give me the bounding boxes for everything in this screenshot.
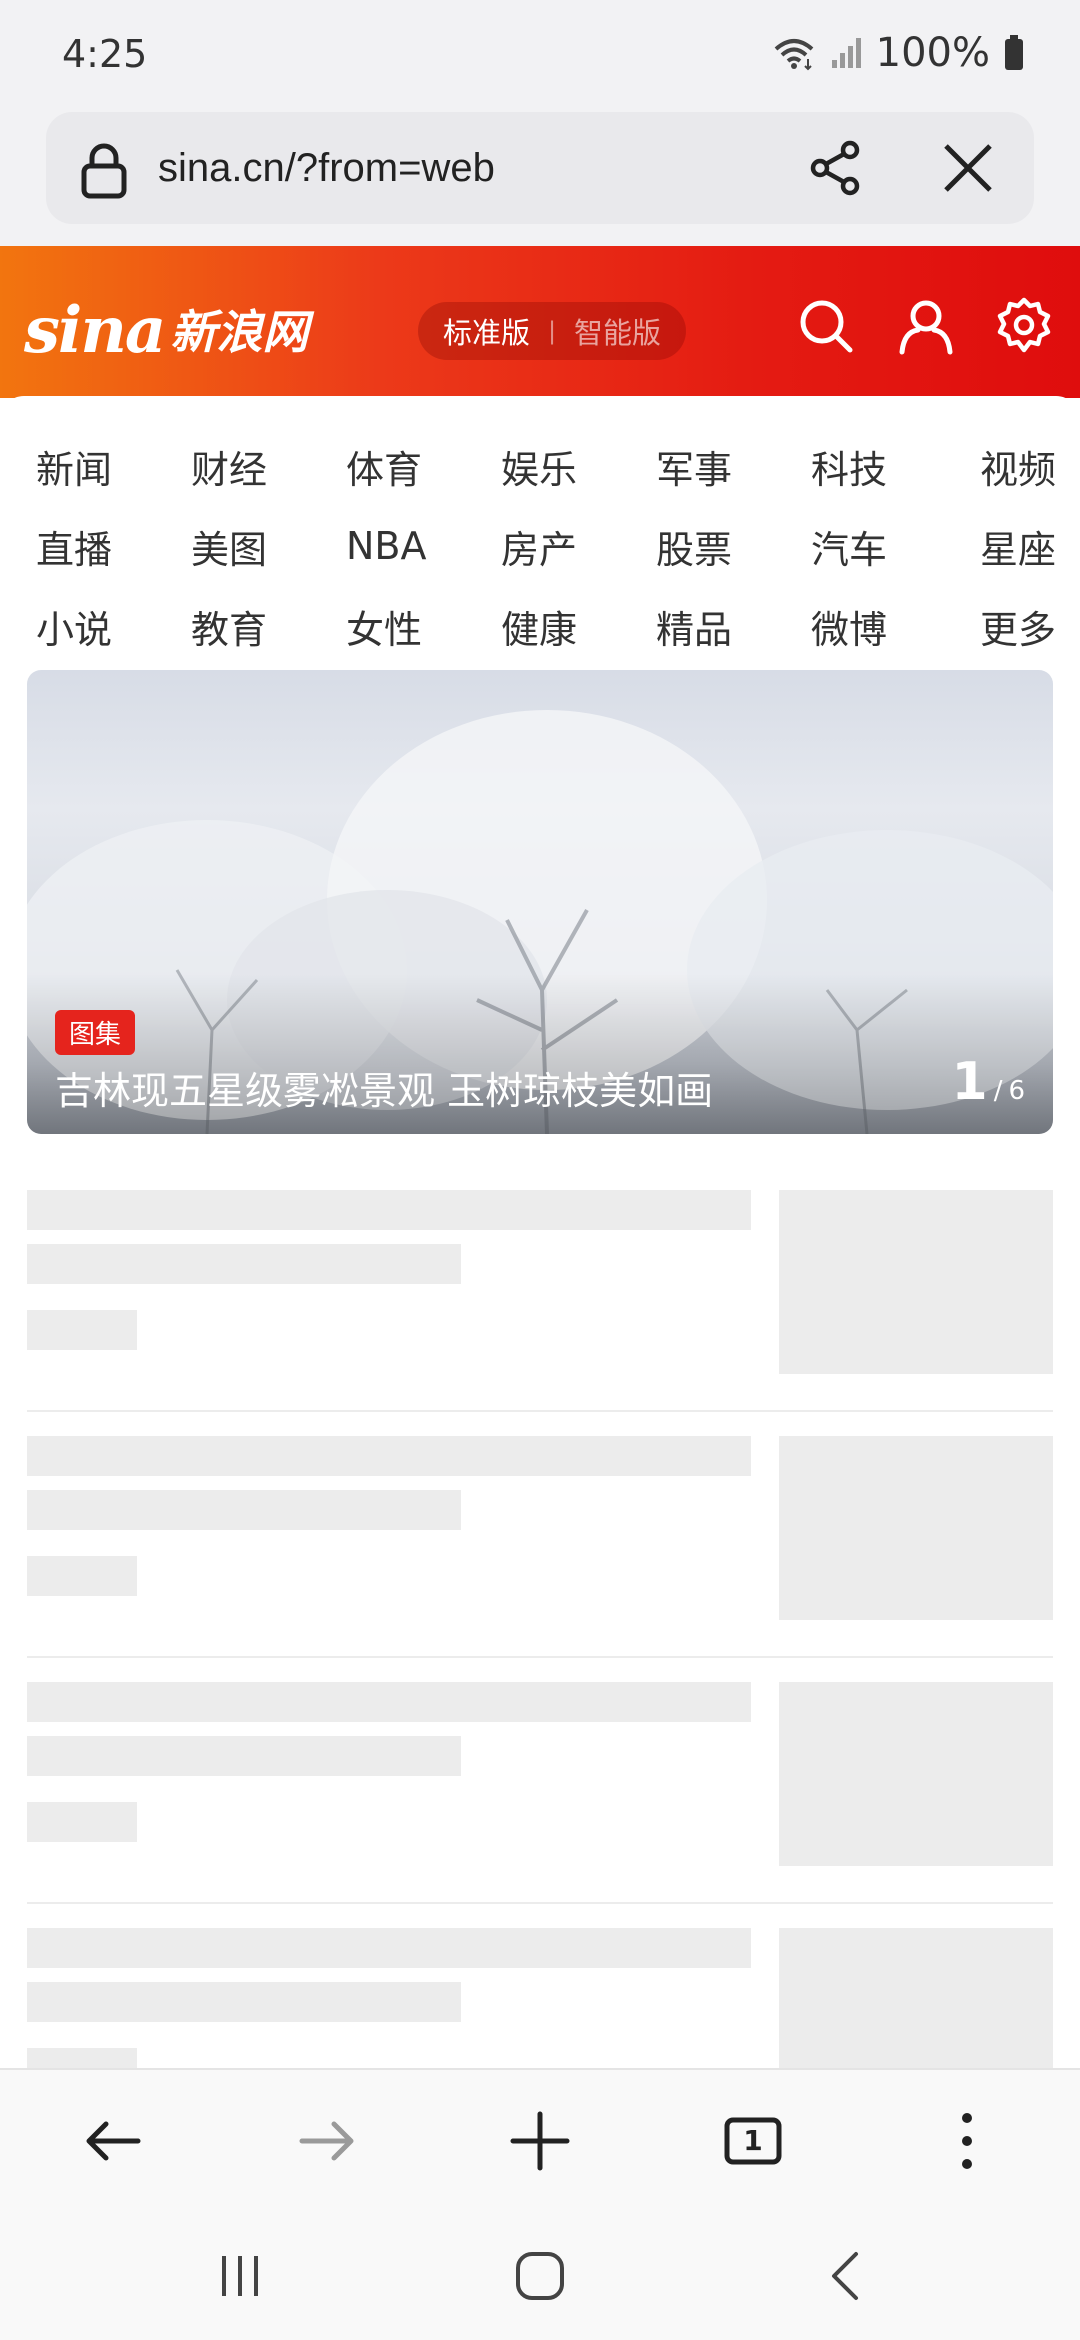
nav-item-novels[interactable]: 小说 [36, 599, 154, 654]
nav-item-military[interactable]: 军事 [656, 439, 774, 494]
version-toggle[interactable]: 标准版 | 智能版 [418, 302, 686, 360]
settings-gear-icon[interactable] [994, 296, 1054, 356]
nav-item-more[interactable]: 更多 [966, 599, 1056, 654]
nav-item-photos[interactable]: 美图 [191, 519, 309, 574]
nav-row: 直播 美图 NBA 房产 股票 汽车 星座 [0, 506, 1080, 586]
skeleton-thumbnail [779, 1190, 1053, 1374]
skeleton-line [27, 1490, 461, 1530]
channel-nav: 新闻 财经 体育 娱乐 军事 科技 视频 直播 美图 NBA 房产 股票 汽车 … [0, 426, 1080, 666]
battery-percent: 100% [875, 30, 990, 76]
gallery-badge: 图集 [55, 1010, 136, 1055]
back-arrow-icon[interactable] [78, 2106, 148, 2176]
system-back-icon[interactable] [816, 2246, 876, 2306]
status-time: 4:25 [62, 32, 148, 76]
list-item-placeholder [27, 1412, 1053, 1658]
status-bar: 4:25 100% [0, 0, 1080, 110]
skeleton-line [27, 1556, 137, 1596]
nav-item-education[interactable]: 教育 [191, 599, 309, 654]
nav-item-video[interactable]: 视频 [966, 439, 1056, 494]
nav-item-premium[interactable]: 精品 [656, 599, 774, 654]
wifi-icon [774, 39, 813, 71]
tabs-button[interactable]: 1 [718, 2106, 788, 2176]
share-icon[interactable] [806, 138, 866, 198]
logo-text: sina [24, 293, 166, 368]
nav-item-realestate[interactable]: 房产 [501, 519, 619, 574]
standard-version-option[interactable]: 标准版 [443, 310, 530, 352]
pager-total: 6 [1008, 1076, 1025, 1106]
skeleton-line [27, 1436, 751, 1476]
nav-item-nba[interactable]: NBA [346, 524, 464, 568]
skeleton-line [27, 1244, 461, 1284]
url-text[interactable]: sina.cn/?from=web [158, 146, 495, 191]
battery-icon [1005, 35, 1023, 70]
skeleton-line [27, 2048, 137, 2068]
nav-item-women[interactable]: 女性 [346, 599, 464, 654]
logo-cn-text: 新浪网 [170, 305, 309, 359]
nav-item-health[interactable]: 健康 [501, 599, 619, 654]
pager-current: 1 [951, 1052, 988, 1112]
home-icon[interactable] [510, 2246, 570, 2306]
pager-separator: / [993, 1076, 1003, 1106]
nav-item-horoscope[interactable]: 星座 [966, 519, 1056, 574]
skeleton-line [27, 1310, 137, 1350]
nav-item-stocks[interactable]: 股票 [656, 519, 774, 574]
user-icon[interactable] [896, 296, 956, 356]
skeleton-line [27, 1928, 751, 1968]
news-list-loading [0, 1166, 1080, 2068]
status-icons: 100% [772, 30, 1024, 76]
system-nav-bar [0, 2208, 1080, 2340]
nav-item-auto[interactable]: 汽车 [811, 519, 929, 574]
browser-address-area: sina.cn/?from=web [0, 110, 1080, 246]
featured-gallery[interactable]: 图集 吉林现五星级雾凇景观 玉树琼枝美如画 1 / 6 [27, 670, 1053, 1134]
nav-item-entertainment[interactable]: 娱乐 [501, 439, 619, 494]
list-item-placeholder [27, 1658, 1053, 1904]
skeleton-line [27, 1982, 461, 2022]
skeleton-thumbnail [779, 1928, 1053, 2068]
skeleton-line [27, 1682, 751, 1722]
skeleton-line [27, 1190, 751, 1230]
version-separator: | [547, 317, 557, 345]
skeleton-thumbnail [779, 1436, 1053, 1620]
nav-item-tech[interactable]: 科技 [811, 439, 929, 494]
featured-title[interactable]: 吉林现五星级雾凇景观 玉树琼枝美如画 [55, 1060, 713, 1115]
list-item-placeholder [27, 1904, 1053, 2068]
signal-icon [831, 38, 861, 68]
sina-logo[interactable]: sina 新浪网 [24, 288, 308, 368]
gallery-pager: 1 / 6 [952, 1052, 1026, 1112]
address-bar[interactable]: sina.cn/?from=web [46, 112, 1034, 224]
nav-item-weibo[interactable]: 微博 [811, 599, 929, 654]
lock-icon[interactable] [76, 140, 132, 200]
recent-apps-icon[interactable] [210, 2246, 270, 2306]
more-menu-icon[interactable] [932, 2106, 1002, 2176]
tab-count: 1 [743, 2124, 763, 2157]
nav-item-finance[interactable]: 财经 [191, 439, 309, 494]
browser-toolbar: 1 [0, 2068, 1080, 2208]
skeleton-thumbnail [779, 1682, 1053, 1866]
smart-version-option[interactable]: 智能版 [574, 310, 661, 352]
nav-row: 小说 教育 女性 健康 精品 微博 更多 [0, 586, 1080, 666]
forward-arrow-icon[interactable] [292, 2106, 362, 2176]
skeleton-line [27, 1802, 137, 1842]
nav-item-sports[interactable]: 体育 [346, 439, 464, 494]
nav-item-news[interactable]: 新闻 [36, 439, 154, 494]
skeleton-line [27, 1736, 461, 1776]
list-item-placeholder [27, 1166, 1053, 1412]
content-panel: 新闻 财经 体育 娱乐 军事 科技 视频 直播 美图 NBA 房产 股票 汽车 … [0, 396, 1080, 2068]
search-icon[interactable] [796, 296, 856, 356]
new-tab-plus-icon[interactable] [505, 2106, 575, 2176]
nav-item-live[interactable]: 直播 [36, 519, 154, 574]
nav-row: 新闻 财经 体育 娱乐 军事 科技 视频 [0, 426, 1080, 506]
close-icon[interactable] [938, 138, 998, 198]
site-header: sina 新浪网 标准版 | 智能版 [0, 246, 1080, 398]
